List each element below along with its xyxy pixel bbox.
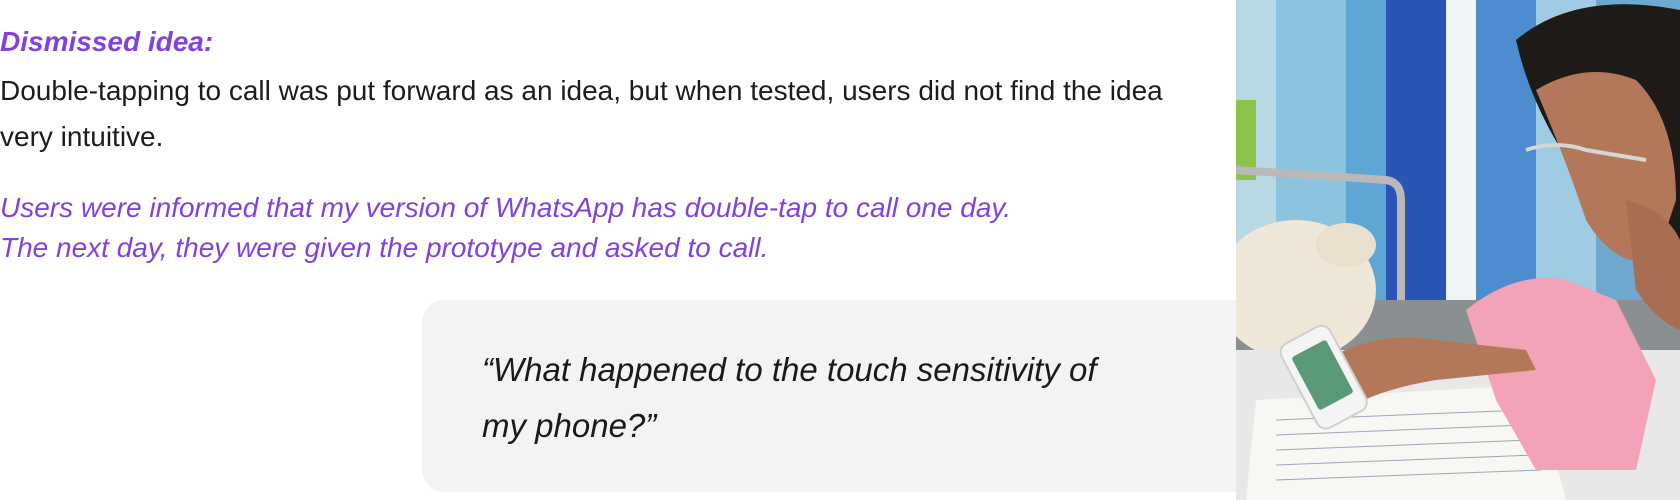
user-photo (1236, 0, 1680, 500)
user-photo-illustration (1236, 0, 1680, 500)
section-heading: Dismissed idea: (0, 26, 214, 57)
description-text: Double-tapping to call was put forward a… (0, 75, 1163, 152)
test-note-line-2: The next day, they were given the protot… (0, 232, 769, 263)
quote-line-1: “What happened to the touch sensitivity … (482, 351, 1097, 388)
quote-text: “What happened to the touch sensitivity … (482, 342, 1196, 454)
quote-card: “What happened to the touch sensitivity … (422, 300, 1256, 492)
test-note-line-1: Users were informed that my version of W… (0, 192, 1012, 223)
test-note: Users were informed that my version of W… (0, 188, 1220, 268)
quote-line-2: my phone?” (482, 407, 657, 444)
